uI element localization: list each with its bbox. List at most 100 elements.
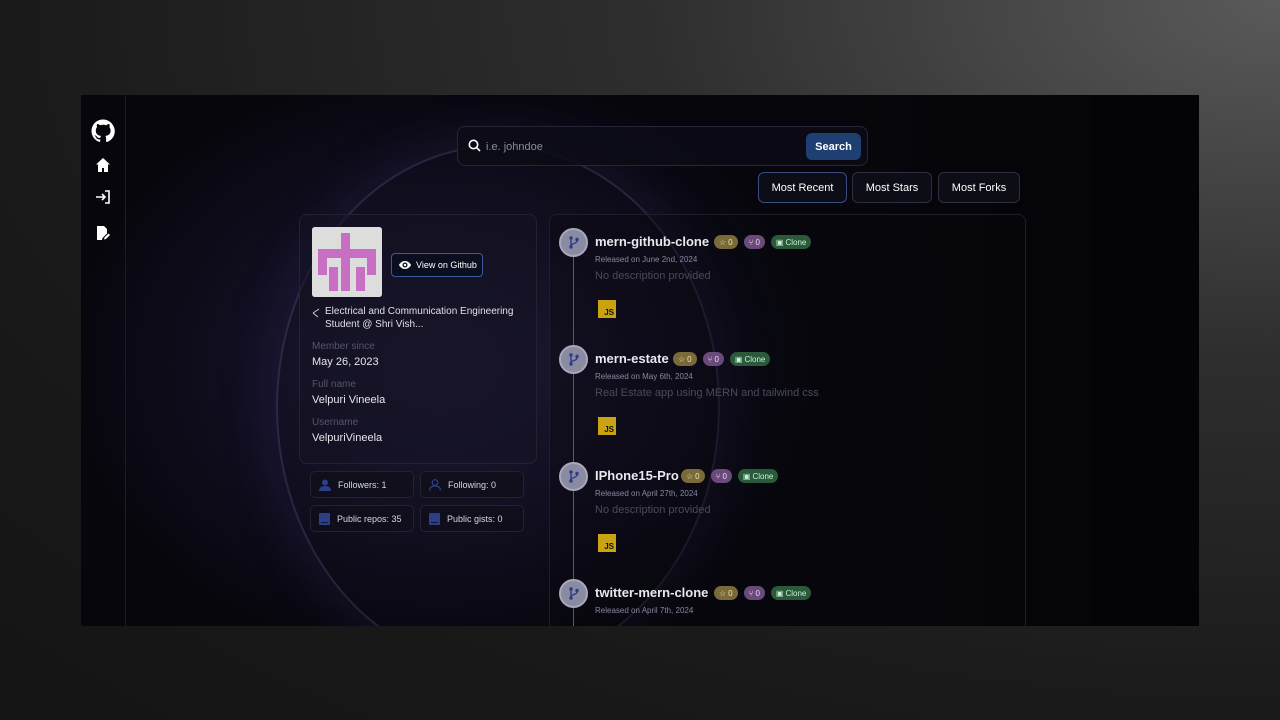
search-bar: Search	[457, 126, 868, 166]
repo-description: No description provided	[595, 504, 711, 516]
clone-button[interactable]: ▣ Clone	[737, 469, 779, 483]
repo-description: No description provided	[595, 270, 711, 282]
copy-icon: ▣	[775, 237, 784, 247]
branch-icon	[559, 345, 588, 374]
clone-label: Clone	[752, 471, 774, 481]
star-count: 0	[728, 237, 733, 247]
fork-badge: ⑂ 0	[702, 352, 724, 366]
repo-description: Real Estate app using MERN and tailwind …	[595, 387, 819, 399]
member-since-value: May 26, 2023	[312, 356, 379, 368]
following-stat: Following: 0	[420, 471, 524, 498]
star-icon: ☆	[686, 471, 694, 481]
eye-icon	[399, 261, 411, 269]
public-gists-label: Public gists: 0	[447, 513, 503, 524]
book-icon	[319, 512, 330, 525]
copy-icon: ▣	[734, 354, 743, 364]
fork-count: 0	[722, 471, 727, 481]
user-outline-icon	[429, 478, 441, 491]
bio-icon	[312, 305, 320, 331]
view-on-github-button[interactable]: View on Github	[391, 253, 483, 277]
fork-count: 0	[755, 237, 760, 247]
clone-button[interactable]: ▣ Clone	[729, 352, 771, 366]
fork-icon: ⑂	[707, 354, 713, 364]
repo-name[interactable]: mern-estate	[595, 351, 669, 366]
search-icon	[468, 139, 481, 157]
star-count: 0	[687, 354, 692, 364]
public-gists-stat: Public gists: 0	[420, 505, 524, 532]
public-repos-stat: Public repos: 35	[310, 505, 414, 532]
followers-stat: Followers: 1	[310, 471, 414, 498]
repo-badges: ☆ 0 ⑂ 0 ▣ Clone	[673, 352, 771, 366]
star-badge: ☆ 0	[714, 235, 738, 249]
star-icon: ☆	[719, 588, 727, 598]
star-badge: ☆ 0	[673, 352, 697, 366]
username-label: Username	[312, 417, 359, 428]
login-icon[interactable]	[91, 185, 115, 209]
sidebar	[81, 95, 126, 626]
repo-badges: ☆ 0 ⑂ 0 ▣ Clone	[714, 586, 812, 600]
search-input[interactable]	[486, 137, 776, 157]
bio: Electrical and Communication Engineering…	[312, 305, 532, 331]
full-name-label: Full name	[312, 379, 356, 390]
repo-badges: ☆ 0 ⑂ 0 ▣ Clone	[681, 469, 779, 483]
fork-icon: ⑂	[748, 237, 754, 247]
fork-count: 0	[755, 588, 760, 598]
clone-label: Clone	[785, 237, 807, 247]
star-count: 0	[728, 588, 733, 598]
branch-icon	[559, 462, 588, 491]
sort-most-forks-button[interactable]: Most Forks	[938, 172, 1020, 203]
star-count: 0	[695, 471, 700, 481]
clone-button[interactable]: ▣ Clone	[770, 586, 812, 600]
release-date: Released on April 27th, 2024	[595, 489, 698, 498]
avatar	[312, 227, 382, 297]
clone-button[interactable]: ▣ Clone	[770, 235, 812, 249]
repo-item: twitter-mern-clone ☆ 0 ⑂ 0 ▣ Clone Released…	[550, 579, 1020, 626]
repo-list: mern-github-clone ☆ 0 ⑂ 0 ▣ Clone Released …	[549, 214, 1026, 626]
repo-item: mern-estate ☆ 0 ⑂ 0 ▣ Clone Released on May…	[550, 345, 1020, 455]
user-icon	[319, 479, 331, 491]
copy-icon: ▣	[775, 588, 784, 598]
repo-badges: ☆ 0 ⑂ 0 ▣ Clone	[714, 235, 812, 249]
clone-label: Clone	[785, 588, 807, 598]
full-name-value: Velpuri Vineela	[312, 394, 386, 406]
edit-icon[interactable]	[91, 221, 115, 245]
branch-icon	[559, 579, 588, 608]
repo-name[interactable]: IPhone15-Pro	[595, 468, 679, 483]
following-label: Following: 0	[448, 479, 497, 490]
profile-card: View on Github Electrical and Communicat…	[299, 214, 537, 464]
fork-badge: ⑂ 0	[710, 469, 732, 483]
javascript-icon: JS	[598, 534, 616, 552]
sort-most-stars-button[interactable]: Most Stars	[852, 172, 932, 203]
fork-badge: ⑂ 0	[743, 586, 765, 600]
clone-label: Clone	[744, 354, 766, 364]
github-logo-icon[interactable]	[91, 119, 115, 143]
star-icon: ☆	[678, 354, 686, 364]
home-icon[interactable]	[91, 153, 115, 177]
repo-item: IPhone15-Pro ☆ 0 ⑂ 0 ▣ Clone Released on Ap…	[550, 462, 1020, 572]
fork-icon: ⑂	[715, 471, 721, 481]
gist-icon	[429, 512, 440, 525]
branch-icon	[559, 228, 588, 257]
followers-label: Followers: 1	[338, 479, 387, 490]
member-since-label: Member since	[312, 341, 375, 352]
release-date: Released on June 2nd, 2024	[595, 255, 698, 264]
search-button[interactable]: Search	[806, 133, 861, 160]
release-date: Released on April 7th, 2024	[595, 606, 694, 615]
star-badge: ☆ 0	[714, 586, 738, 600]
repo-name[interactable]: mern-github-clone	[595, 234, 709, 249]
username-value: VelpuriVineela	[312, 432, 383, 444]
copy-icon: ▣	[742, 471, 751, 481]
fork-icon: ⑂	[748, 588, 754, 598]
repo-name[interactable]: twitter-mern-clone	[595, 585, 708, 600]
bio-text: Electrical and Communication Engineering…	[325, 306, 514, 330]
app-window: Search Most Recent Most Stars Most Forks…	[81, 95, 1199, 626]
repo-item: mern-github-clone ☆ 0 ⑂ 0 ▣ Clone Released …	[550, 228, 1020, 338]
sort-most-recent-button[interactable]: Most Recent	[758, 172, 847, 203]
view-on-github-label: View on Github	[416, 260, 477, 270]
release-date: Released on May 6th, 2024	[595, 372, 693, 381]
star-badge: ☆ 0	[681, 469, 705, 483]
fork-count: 0	[714, 354, 719, 364]
javascript-icon: JS	[598, 300, 616, 318]
public-repos-label: Public repos: 35	[337, 513, 402, 524]
javascript-icon: JS	[598, 417, 616, 435]
